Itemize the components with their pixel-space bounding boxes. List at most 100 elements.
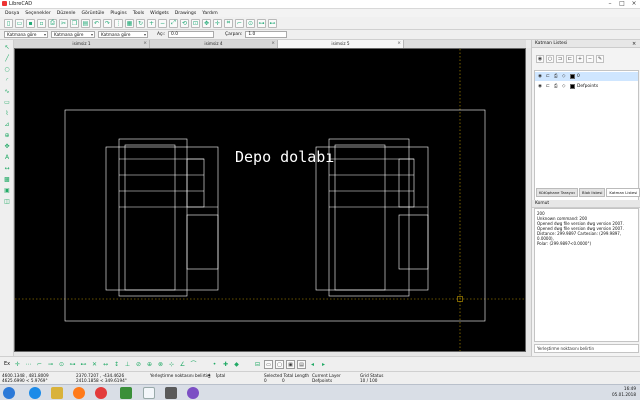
snap-middle-manual-icon[interactable]: ⊹ bbox=[167, 360, 176, 369]
snap-hide-icon[interactable]: ⊟ bbox=[253, 360, 262, 369]
hatch-tool-icon[interactable]: ▩ bbox=[2, 175, 12, 184]
snap-grid-icon[interactable]: ⋯ bbox=[24, 360, 33, 369]
tab-isimsiz-5[interactable]: isimsiz 5 × bbox=[278, 40, 404, 48]
restrict-nothing-icon[interactable]: ⊘ bbox=[134, 360, 143, 369]
rectangle-tool-icon[interactable]: ▭ bbox=[2, 98, 12, 107]
add-layer-icon[interactable]: + bbox=[576, 55, 584, 63]
snap-center-icon[interactable]: ⊙ bbox=[246, 18, 255, 28]
librecad-taskbar-icon[interactable] bbox=[120, 387, 132, 399]
redraw-icon[interactable]: ↻ bbox=[136, 18, 145, 28]
close-icon[interactable]: × bbox=[632, 41, 636, 47]
measure-tool-icon[interactable]: ⊿ bbox=[2, 120, 12, 129]
app-icon[interactable] bbox=[165, 387, 177, 399]
print-icon[interactable]: ⎙ bbox=[48, 18, 57, 28]
paste-icon[interactable]: ▤ bbox=[81, 18, 90, 28]
eye-icon[interactable]: ◉ bbox=[538, 82, 544, 91]
remove-layer-icon[interactable]: − bbox=[586, 55, 594, 63]
zoom-window-icon[interactable]: ⊡ bbox=[191, 18, 200, 28]
menu-plugins[interactable]: Plugins bbox=[107, 11, 129, 16]
snap-diamond-icon[interactable]: ◆ bbox=[232, 360, 241, 369]
close-icon[interactable]: × bbox=[143, 40, 147, 48]
copy-icon[interactable]: ❐ bbox=[70, 18, 79, 28]
pen-linetype-select[interactable]: Katmana göre ▾ bbox=[98, 31, 148, 38]
print-icon[interactable]: ⎙ bbox=[554, 72, 560, 81]
select-arrow-icon[interactable]: ↖ bbox=[2, 43, 12, 52]
zoom-pan-icon[interactable]: ✥ bbox=[202, 18, 211, 28]
menu-widgets[interactable]: Widgets bbox=[147, 11, 172, 16]
snap-center-icon[interactable]: ⊙ bbox=[57, 360, 66, 369]
pen-width-select[interactable]: Katmana göre ▾ bbox=[51, 31, 95, 38]
word-icon[interactable] bbox=[143, 387, 155, 399]
snap-on-entity-icon[interactable]: ⊸ bbox=[46, 360, 55, 369]
open-file-icon[interactable]: ▭ bbox=[15, 18, 24, 28]
restrict-vertical-icon[interactable]: ↕ bbox=[112, 360, 121, 369]
show-all-layers-icon[interactable]: ◉ bbox=[536, 55, 544, 63]
arc-tool-icon[interactable]: ◜ bbox=[2, 76, 12, 85]
command-input[interactable]: Yerleştirme noktasını belirtin bbox=[534, 344, 639, 353]
grid-icon[interactable]: ⋮ bbox=[114, 18, 123, 28]
new-file-icon[interactable]: ▯ bbox=[4, 18, 13, 28]
snap-grid-icon[interactable]: ⌗ bbox=[224, 18, 233, 28]
menu-file[interactable]: Dosya bbox=[2, 11, 22, 16]
lock-icon[interactable]: ⊏ bbox=[546, 72, 552, 81]
zoom-tool-icon[interactable]: ⊕ bbox=[2, 131, 12, 140]
snap-angle-icon[interactable]: ∠ bbox=[178, 360, 187, 369]
redo-icon[interactable]: ↷ bbox=[103, 18, 112, 28]
menu-view[interactable]: Görüntüle bbox=[78, 11, 107, 16]
view-fullscreen-icon[interactable]: ▣ bbox=[286, 359, 295, 369]
file-explorer-icon[interactable] bbox=[51, 387, 63, 399]
snap-endpoint-icon[interactable]: ⌐ bbox=[35, 360, 44, 369]
restrict-orthogonal-icon[interactable]: ⊥ bbox=[123, 360, 132, 369]
layer-row-0[interactable]: ◉ ⊏ ⎙ ◇ 0 bbox=[535, 72, 638, 81]
snap-free-icon[interactable]: ✛ bbox=[213, 18, 222, 28]
move-tool-icon[interactable]: ✥ bbox=[2, 142, 12, 151]
block-tool-icon[interactable]: ◫ bbox=[2, 197, 12, 206]
close-icon[interactable]: × bbox=[397, 40, 401, 48]
tab-layer-list[interactable]: Katman Listesi bbox=[606, 188, 640, 197]
arrow-left-icon[interactable]: ◂ bbox=[308, 360, 317, 369]
unlock-all-icon[interactable]: ⊐ bbox=[556, 55, 564, 63]
system-clock[interactable]: 16:49 05.01.2018 bbox=[612, 386, 636, 398]
edit-layer-icon[interactable]: ✎ bbox=[596, 55, 604, 63]
polyline-tool-icon[interactable]: ⌇ bbox=[2, 109, 12, 118]
snap-tangent-icon[interactable]: ⌒ bbox=[189, 360, 198, 369]
lock-relative-zero-icon[interactable]: ⊗ bbox=[156, 360, 165, 369]
snap-distance-icon[interactable]: ⊷ bbox=[79, 360, 88, 369]
media-player-icon[interactable] bbox=[95, 387, 107, 399]
snap-middle-icon[interactable]: ⊶ bbox=[68, 360, 77, 369]
snap-cross-icon[interactable]: ✚ bbox=[221, 360, 230, 369]
view-grid-icon[interactable]: ▤ bbox=[297, 359, 306, 369]
snap-endpoint-icon[interactable]: ⌐ bbox=[235, 18, 244, 28]
layer-row-defpoints[interactable]: ◉ ⊏ ⎙ ◇ Defpoints bbox=[535, 82, 638, 91]
construction-icon[interactable]: ◇ bbox=[562, 82, 568, 91]
print-icon[interactable]: ⎙ bbox=[554, 82, 560, 91]
pen-color-select[interactable]: Katmana göre ▾ bbox=[4, 31, 48, 38]
circle-tool-icon[interactable]: ○ bbox=[2, 65, 12, 74]
restrict-horizontal-icon[interactable]: ↔ bbox=[101, 360, 110, 369]
zoom-auto-icon[interactable]: ⤢ bbox=[169, 18, 178, 28]
undo-icon[interactable]: ↶ bbox=[92, 18, 101, 28]
lock-icon[interactable]: ⊏ bbox=[546, 82, 552, 91]
snap-point-icon[interactable]: • bbox=[210, 360, 219, 369]
minimize-icon[interactable]: – bbox=[604, 0, 616, 8]
tab-block-list[interactable]: Blok listesi bbox=[579, 188, 606, 197]
zoom-previous-icon[interactable]: ⟲ bbox=[180, 18, 189, 28]
menu-drawings[interactable]: Drawings bbox=[172, 11, 200, 16]
view-print-preview-icon[interactable]: ▢ bbox=[275, 359, 284, 369]
relative-zero-icon[interactable]: ⊕ bbox=[145, 360, 154, 369]
text-tool-icon[interactable]: A bbox=[2, 153, 12, 162]
snap-intersection-icon[interactable]: ✕ bbox=[90, 360, 99, 369]
snap-middle-icon[interactable]: ⊶ bbox=[257, 18, 266, 28]
dimension-tool-icon[interactable]: ↔ bbox=[2, 164, 12, 173]
tab-library-browser[interactable]: Kütüphane Tarayıcı bbox=[536, 188, 579, 197]
factor-field[interactable]: 1.0 bbox=[245, 31, 288, 38]
curve-tool-icon[interactable]: ∿ bbox=[2, 87, 12, 96]
menu-options[interactable]: Seçenekler bbox=[22, 11, 53, 16]
start-button-icon[interactable] bbox=[3, 387, 15, 399]
zoom-out-icon[interactable]: − bbox=[158, 18, 167, 28]
snap-free-icon[interactable]: ✛ bbox=[13, 360, 22, 369]
view-draft-icon[interactable]: ▭ bbox=[264, 359, 273, 369]
eye-icon[interactable]: ◉ bbox=[538, 72, 544, 81]
hide-all-layers-icon[interactable]: ○ bbox=[546, 55, 554, 63]
save-icon[interactable]: ▪ bbox=[26, 18, 35, 28]
